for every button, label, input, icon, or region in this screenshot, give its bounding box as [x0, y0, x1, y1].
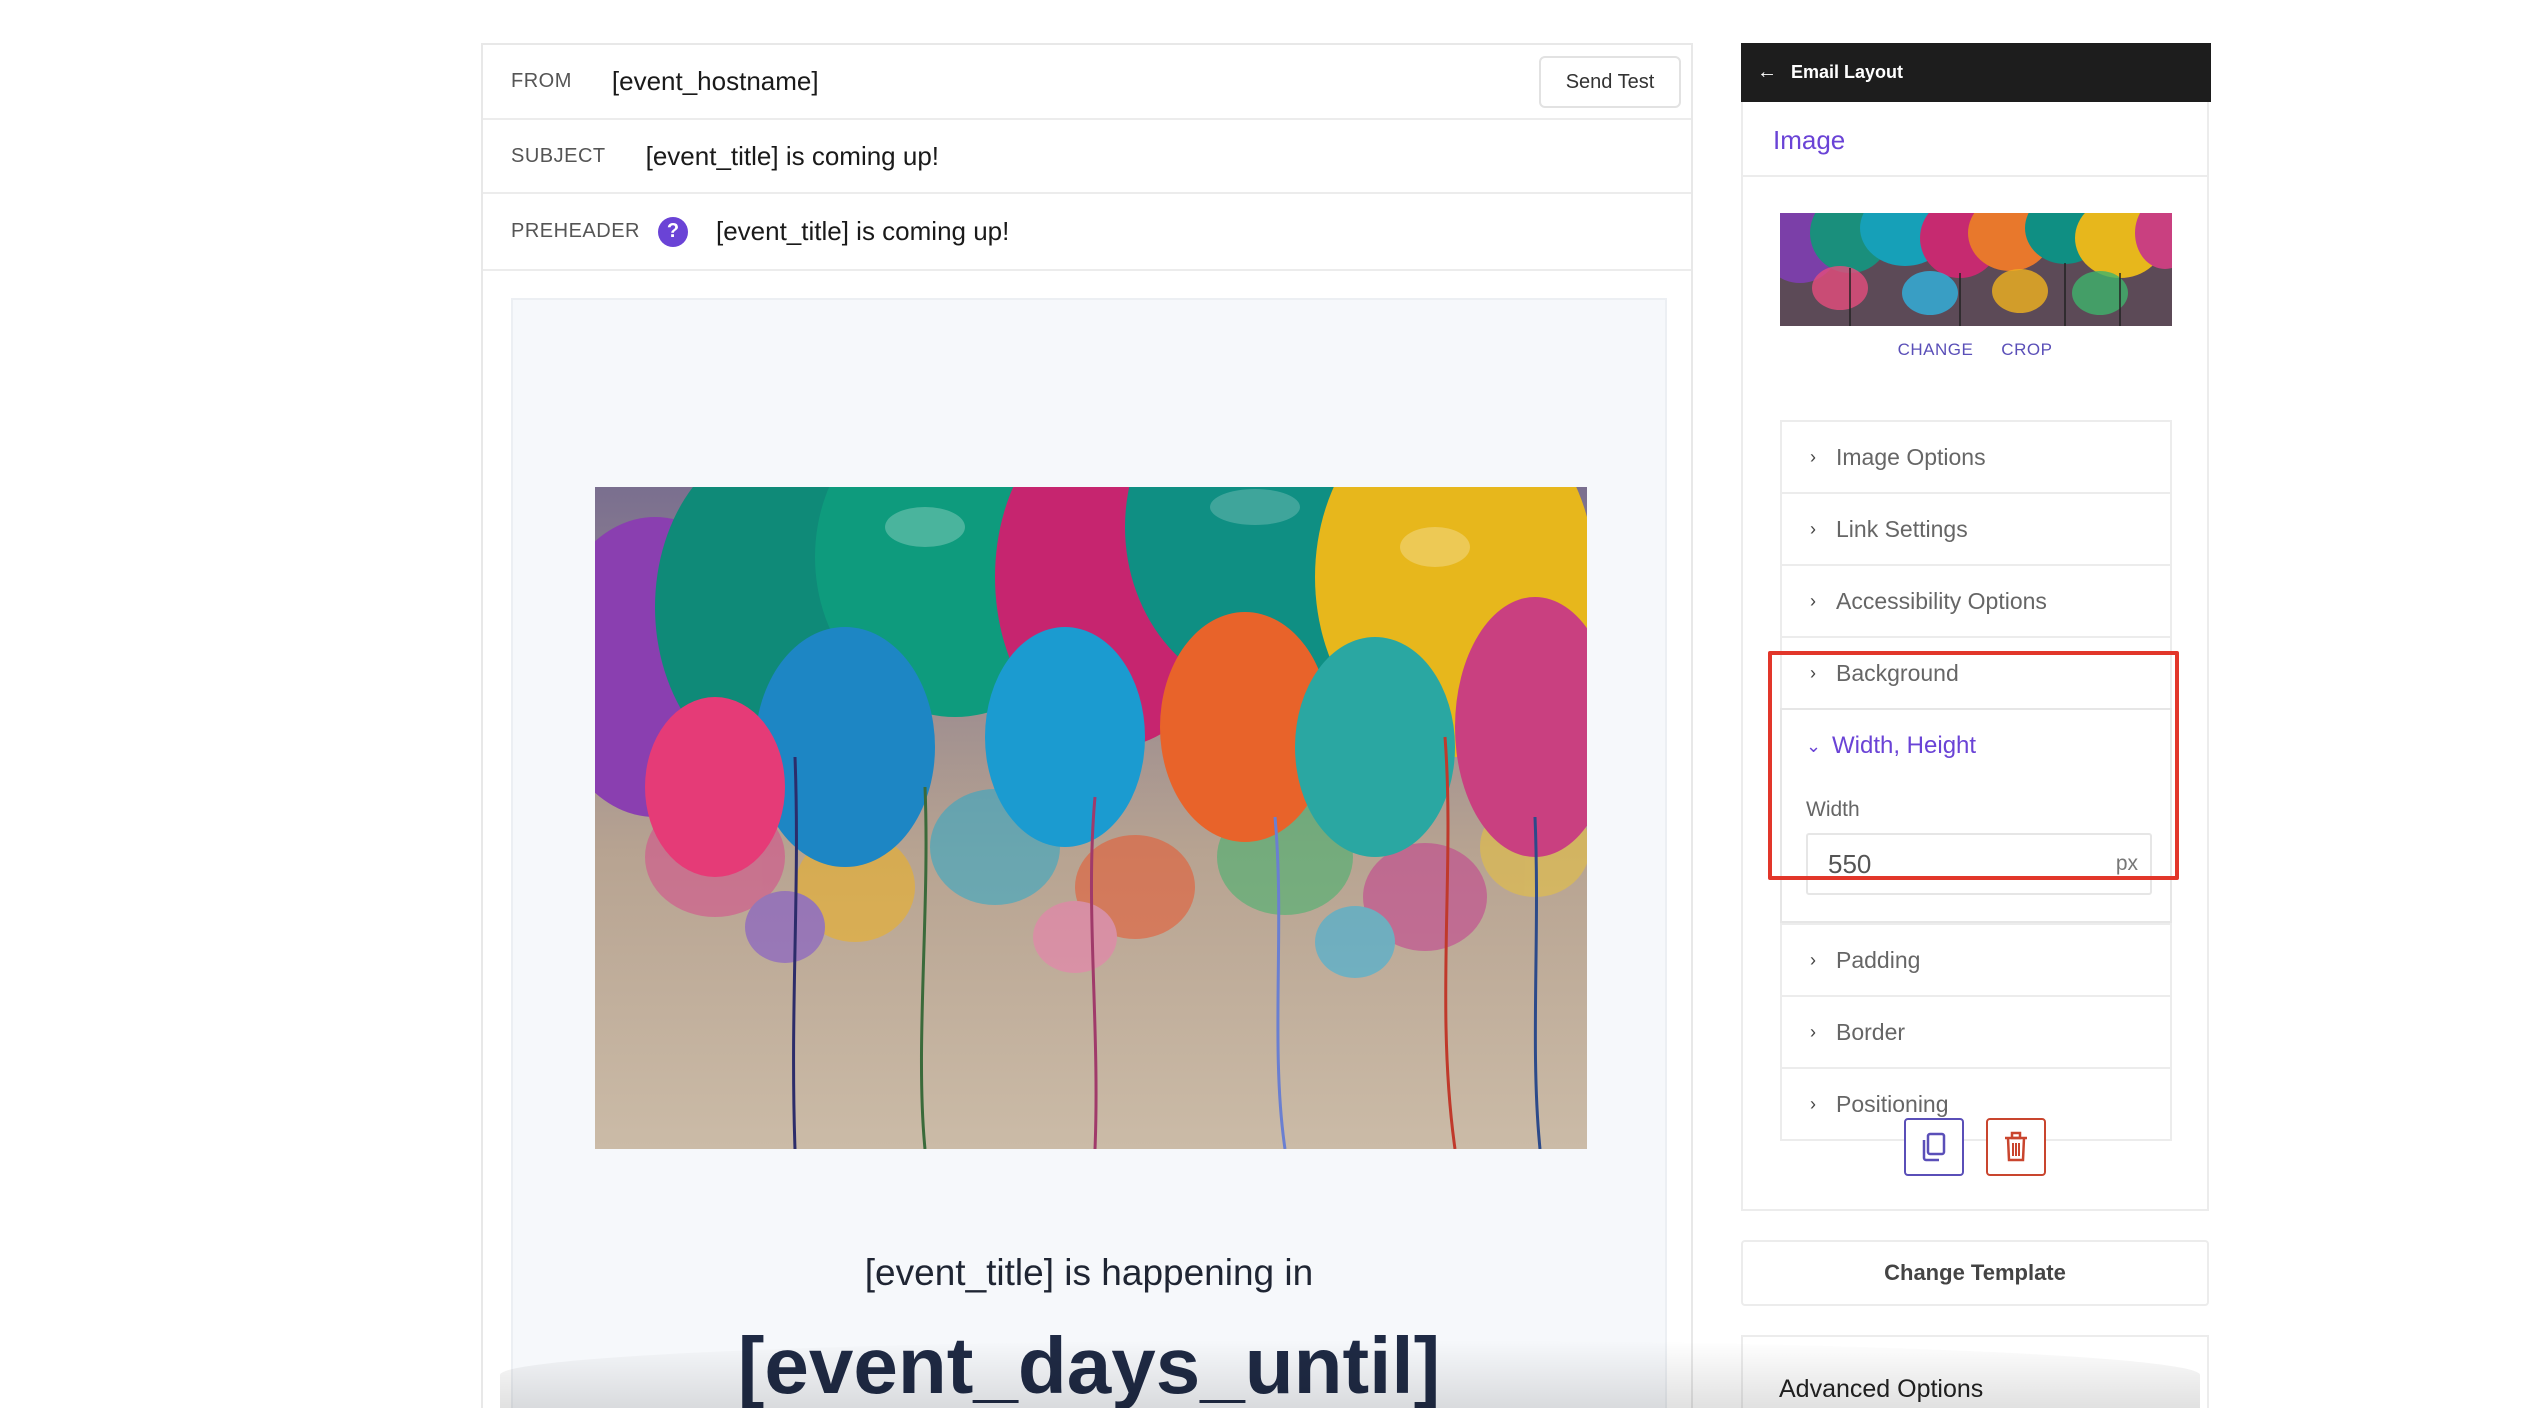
from-value[interactable]: [event_hostname]	[612, 66, 819, 97]
accordion-background[interactable]: › Background	[1782, 638, 2170, 710]
preheader-row: PREHEADER ? [event_title] is coming up!	[483, 194, 1691, 271]
panel-title: Email Layout	[1791, 62, 1904, 82]
accordion-label: Border	[1836, 1018, 1906, 1045]
chevron-right-icon: ›	[1810, 662, 1816, 683]
advanced-options-title: Advanced Options	[1779, 1375, 1984, 1403]
chevron-down-icon: ⌄	[1806, 735, 1822, 756]
panel-header[interactable]: ← Email Layout	[1741, 43, 2211, 102]
accordion-label: Background	[1836, 659, 1959, 686]
email-canvas: [event_title] is happening in [event_day…	[511, 298, 1667, 1408]
width-label: Width	[1806, 798, 1860, 821]
email-editor: FROM [event_hostname] Send Test SUBJECT …	[481, 43, 1693, 1408]
chevron-right-icon: ›	[1810, 949, 1816, 970]
accordion-accessibility-options[interactable]: › Accessibility Options	[1782, 566, 2170, 638]
accordion-open-title: Width, Height	[1832, 732, 1977, 759]
send-test-button[interactable]: Send Test	[1539, 56, 1681, 108]
accordion-link-settings[interactable]: › Link Settings	[1782, 494, 2170, 566]
divider	[1743, 175, 2207, 177]
accordion-width-height-header[interactable]: ⌄ Width, Height	[1806, 732, 1976, 760]
accordion-width-height: ⌄ Width, Height Width px	[1780, 708, 2172, 923]
chevron-right-icon: ›	[1810, 1093, 1816, 1114]
event-days-text[interactable]: [event_days_until]	[513, 1320, 1665, 1408]
advanced-options-section[interactable]: Advanced Options	[1741, 1335, 2209, 1408]
accordion-padding[interactable]: › Padding	[1782, 925, 2170, 997]
duplicate-button[interactable]	[1904, 1118, 1964, 1176]
crop-image-link[interactable]: CROP	[2001, 340, 2052, 360]
subject-row: SUBJECT [event_title] is coming up!	[483, 120, 1691, 194]
change-image-link[interactable]: CHANGE	[1898, 340, 1974, 360]
thumbnail-actions: CHANGE CROP	[1743, 340, 2207, 360]
from-row: FROM [event_hostname] Send Test	[483, 45, 1691, 120]
block-tools	[1743, 1118, 2207, 1176]
back-arrow-icon[interactable]: ←	[1757, 61, 1777, 84]
accordion-top: › Image Options › Link Settings › Access…	[1780, 420, 2172, 710]
section-title: Image	[1773, 125, 1846, 155]
width-input[interactable]	[1808, 848, 2088, 880]
change-template-button[interactable]: Change Template	[1741, 1240, 2209, 1306]
accordion-border[interactable]: › Border	[1782, 997, 2170, 1069]
subject-label: SUBJECT	[511, 144, 606, 167]
accordion-label: Padding	[1836, 946, 1921, 973]
subject-value[interactable]: [event_title] is coming up!	[646, 141, 939, 172]
accordion-bottom: › Padding › Border › Positioning	[1780, 923, 2172, 1141]
preheader-value[interactable]: [event_title] is coming up!	[716, 216, 1009, 247]
delete-button[interactable]	[1986, 1118, 2046, 1176]
help-icon[interactable]: ?	[657, 216, 688, 247]
width-unit: px	[2115, 852, 2138, 875]
trash-icon	[2005, 1131, 2027, 1162]
accordion-label: Positioning	[1836, 1090, 1949, 1117]
event-line-text[interactable]: [event_title] is happening in	[513, 1252, 1665, 1294]
chevron-right-icon: ›	[1810, 446, 1816, 467]
preheader-label: PREHEADER	[511, 220, 640, 242]
hero-image[interactable]	[595, 487, 1587, 1149]
width-field[interactable]: px	[1806, 833, 2152, 895]
chevron-right-icon: ›	[1810, 518, 1816, 539]
duplicate-icon	[1922, 1132, 1946, 1162]
chevron-right-icon: ›	[1810, 1021, 1816, 1042]
settings-panel: ← Email Layout Image CHANGE CROP › Image…	[1741, 43, 2211, 1211]
from-label: FROM	[511, 70, 572, 92]
accordion-label: Accessibility Options	[1836, 587, 2047, 614]
chevron-right-icon: ›	[1810, 590, 1816, 611]
accordion-label: Image Options	[1836, 443, 1986, 470]
image-thumbnail[interactable]	[1780, 213, 2172, 326]
accordion-label: Link Settings	[1836, 515, 1968, 542]
accordion-image-options[interactable]: › Image Options	[1782, 422, 2170, 494]
